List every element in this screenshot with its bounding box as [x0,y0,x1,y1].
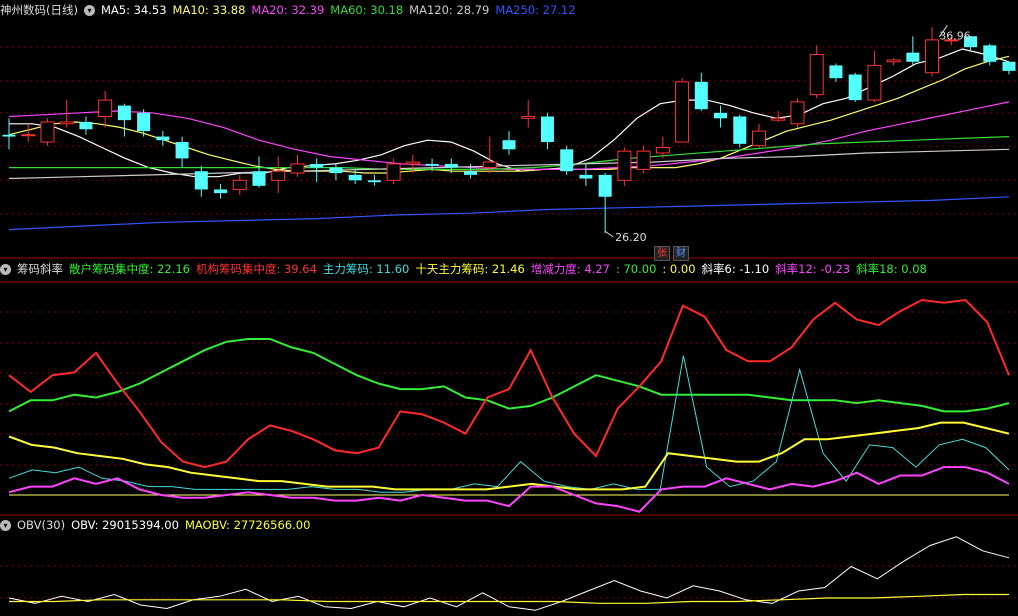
high-price-label: 36.96 [939,30,971,43]
main-panel-title: 神州数码(日线) [0,3,78,17]
mid-panel-title: 筹码斜率 [17,262,63,276]
candle-body [829,65,843,79]
candle-body [983,45,997,62]
candle-body [521,115,536,119]
candle-body [848,74,862,101]
candle-body [194,171,208,190]
candle-body [290,163,305,174]
chevron-down-icon[interactable]: ▾ [83,5,95,16]
candle-body [598,174,612,197]
candle-body [252,171,266,186]
candle-body [444,163,458,168]
mid-legend-item: 斜率12: -0.23 [775,262,851,276]
candle-body [886,59,901,63]
mid-panel-header: ▾ 筹码斜率 散户筹码集中度: 22.16 机构筹码集中度: 39.64 主力筹码: 1… [0,261,939,277]
main-panel-header: 神州数码(日线) ▾ MA5: 34.53 MA10: 33.88 MA20: 32.3… [0,2,588,18]
indicator-line [8,338,1010,413]
candle-body [906,52,920,62]
candle-body [98,99,113,117]
candle-body [636,150,651,170]
mid-legend-item: 斜率18: 0.08 [856,262,927,276]
mid-legend-item: 斜率6: -1.10 [701,262,770,276]
candle-body [117,105,131,121]
candle-body [809,53,824,96]
ma-legend-item: MA120: 28.79 [409,3,490,17]
indicator-line [8,355,1010,493]
candle-body [464,171,478,175]
candle-body [867,64,882,101]
low-price-label: 26.20 [615,231,647,244]
chevron-down-icon[interactable]: ▾ [0,264,11,275]
ma-line [8,55,1010,174]
zhang-tag[interactable]: 张 [654,246,670,261]
maobv-line [9,593,1009,604]
mid-legend-item: 主力筹码: 11.60 [322,262,410,276]
ma-legend-item: MA10: 33.88 [172,3,246,17]
candle-body [271,170,286,181]
candle-body [655,147,670,154]
candle-body [156,136,170,141]
mid-legend-item: 增减力度: 4.27 [530,262,610,276]
candle-body [79,121,93,130]
candle-body [733,116,747,144]
candle-body [137,112,151,132]
ma-legend-item: MA60: 30.18 [330,3,404,17]
candle-body [405,161,420,165]
candle-body [232,179,247,190]
candle-body [214,189,228,194]
candle-body [310,163,324,168]
indicator-line [8,298,1010,469]
candle-body [40,121,55,143]
candle-body [925,39,940,74]
candle-body [1002,61,1016,71]
candle-body [790,101,805,125]
candle-body [2,134,16,137]
ma-legend: MA5: 34.53 MA10: 33.88 MA20: 32.39 MA60: 30… [101,3,582,17]
candle-body [752,130,766,147]
mid-legend-item: : 70.00 [615,262,657,276]
ma-legend-item: MA20: 32.39 [251,3,325,17]
obv-panel-title: OBV(30) [17,518,66,532]
candle-body [617,150,632,181]
ma-legend-item: MA250: 27.12 [495,3,576,17]
low-pointer [604,230,614,238]
candle-body [694,81,708,110]
ma-line [8,196,1010,231]
candle-body [21,134,36,137]
candle-body [540,116,554,143]
candle-body [482,161,497,169]
candle-body [367,180,381,183]
candle-body [714,112,728,119]
candle-body [348,174,362,181]
obv-legend-item: MAOBV: 27726566.00 [184,518,311,532]
candle-body [329,167,343,174]
obv-legend: OBV: 29015394.00 MAOBV: 27726566.00 [71,518,316,532]
mid-legend-item: : 0.00 [662,262,696,276]
candle-body [771,117,786,121]
candle-body [502,140,516,150]
indicator-line [8,421,1010,491]
mid-legend: 散户筹码集中度: 22.16 机构筹码集中度: 39.64 主力筹码: 11.60 十… [69,262,933,276]
mid-legend-item: 十天主力筹码: 21.46 [415,262,525,276]
obv-panel-header: ▾ OBV(30) OBV: 29015394.00 MAOBV: 27726566.… [0,517,322,533]
mid-legend-item: 散户筹码集中度: 22.16 [69,262,190,276]
candle-body [386,163,401,181]
mid-legend-item: 机构筹码集中度: 39.64 [195,262,317,276]
obv-legend-item: OBV: 29015394.00 [71,518,179,532]
candle-body [579,174,593,179]
candle-body [425,163,439,166]
cai-tag[interactable]: 财 [673,246,689,261]
candle-body [175,142,189,159]
ma-legend-item: MA5: 34.53 [100,3,167,17]
chevron-down-icon[interactable]: ▾ [0,520,11,531]
candle-body [560,149,574,172]
candle-body [675,81,690,143]
candle-body [59,121,74,125]
